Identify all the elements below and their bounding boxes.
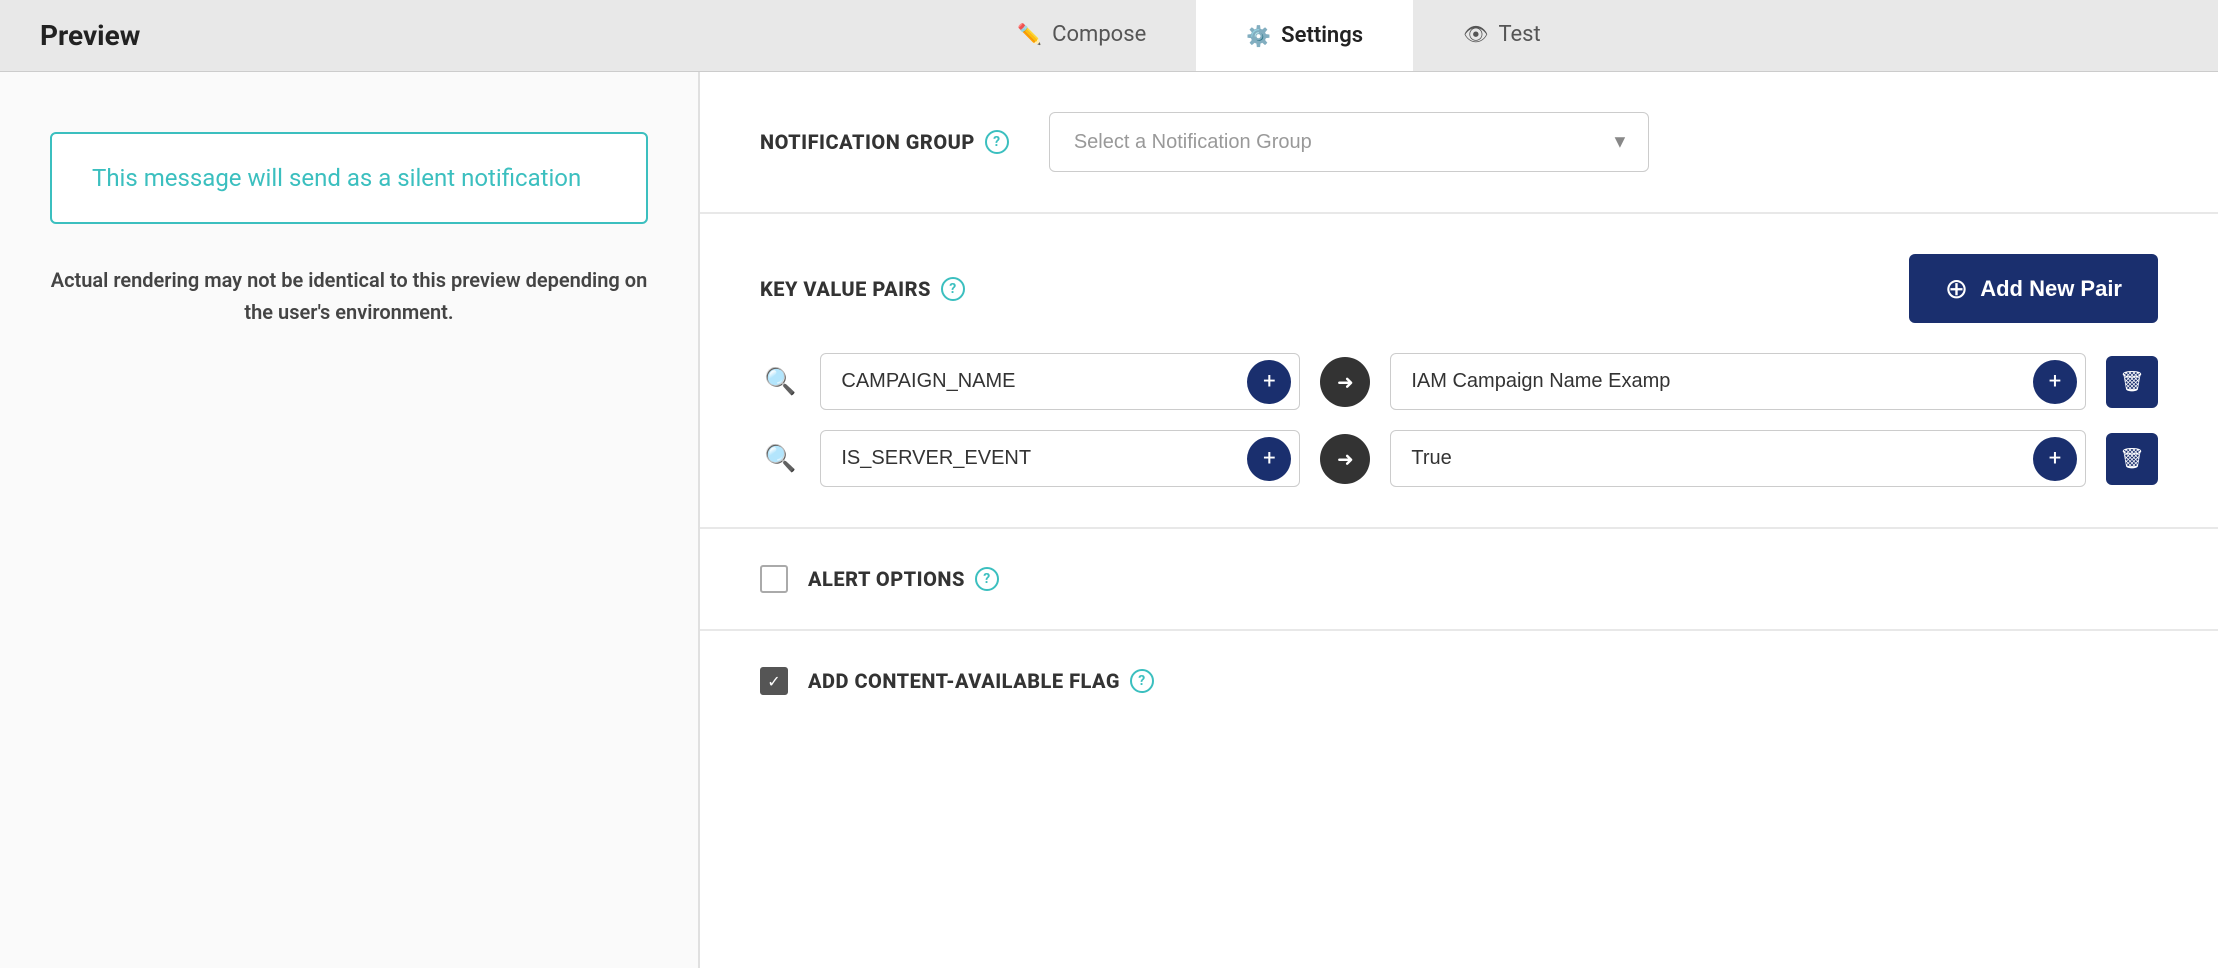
kvp-label: KEY VALUE PAIRS ?	[760, 277, 965, 301]
pencil-icon: ✏️	[1017, 22, 1042, 46]
tab-compose[interactable]: ✏️ Compose	[967, 0, 1196, 71]
kvp-header: KEY VALUE PAIRS ? ⊕ Add New Pair	[760, 254, 2158, 323]
silent-notification-text: This message will send as a silent notif…	[92, 164, 581, 192]
arrow-right-icon-2: ➜	[1320, 434, 1370, 484]
delete-row-button-1[interactable]: 🗑	[2106, 356, 2158, 408]
kvp-key-input-group-2: +	[820, 430, 1300, 487]
left-panel: This message will send as a silent notif…	[0, 72, 700, 968]
arrow-right-icon-1: ➜	[1320, 357, 1370, 407]
tab-compose-label: Compose	[1052, 22, 1146, 47]
silent-notification-box: This message will send as a silent notif…	[50, 132, 648, 224]
kvp-key-input-group-1: +	[820, 353, 1300, 410]
content-available-flag-section: ADD CONTENT-AVAILABLE FLAG ?	[700, 631, 2218, 731]
delete-row-button-2[interactable]: 🗑	[2106, 433, 2158, 485]
kvp-rows: 🔍 + ➜ + 🗑	[760, 353, 2158, 487]
tab-bar: Preview ✏️ Compose ⚙️ Settings 👁 Test	[0, 0, 2218, 72]
tab-settings[interactable]: ⚙️ Settings	[1196, 0, 1413, 71]
right-panel: NOTIFICATION GROUP ? Select a Notificati…	[700, 72, 2218, 968]
content-available-help-icon[interactable]: ?	[1130, 669, 1154, 693]
rendering-note-line1: Actual rendering may not be identical to…	[51, 268, 648, 292]
kvp-key-input-1[interactable]	[821, 354, 1247, 409]
kvp-value-input-group-1: +	[1390, 353, 2086, 410]
kvp-key-add-icon-2[interactable]: +	[1247, 437, 1291, 481]
notification-group-help-icon[interactable]: ?	[985, 130, 1009, 154]
kvp-value-input-2[interactable]	[1391, 431, 2033, 486]
main-content: This message will send as a silent notif…	[0, 72, 2218, 968]
preview-title: Preview	[0, 0, 340, 71]
add-new-pair-label: Add New Pair	[1980, 276, 2122, 302]
kvp-help-icon[interactable]: ?	[941, 277, 965, 301]
kvp-value-input-1[interactable]	[1391, 354, 2033, 409]
app-container: Preview ✏️ Compose ⚙️ Settings 👁 Test Th…	[0, 0, 2218, 968]
kvp-value-input-group-2: +	[1390, 430, 2086, 487]
rendering-note: Actual rendering may not be identical to…	[50, 264, 648, 328]
kvp-key-input-2[interactable]	[821, 431, 1247, 486]
tab-test-label: Test	[1498, 22, 1540, 47]
notification-group-label: NOTIFICATION GROUP ?	[760, 130, 1009, 154]
alert-options-checkbox[interactable]	[760, 565, 788, 593]
kvp-row: 🔍 + ➜ + 🗑	[760, 430, 2158, 487]
alert-options-section: ALERT OPTIONS ?	[700, 529, 2218, 631]
tabs-container: ✏️ Compose ⚙️ Settings 👁 Test	[340, 0, 2218, 71]
add-new-pair-button[interactable]: ⊕ Add New Pair	[1909, 254, 2158, 323]
plus-icon: ⊕	[1945, 272, 1968, 305]
tab-settings-label: Settings	[1281, 23, 1363, 48]
kvp-value-add-icon-2[interactable]: +	[2033, 437, 2077, 481]
rendering-note-line2: the user's environment.	[244, 300, 453, 324]
content-available-checkbox[interactable]	[760, 667, 788, 695]
gear-icon: ⚙️	[1246, 24, 1271, 48]
key-value-pairs-section: KEY VALUE PAIRS ? ⊕ Add New Pair 🔍	[700, 214, 2218, 529]
tab-test[interactable]: 👁 Test	[1413, 0, 1591, 71]
kvp-row: 🔍 + ➜ + 🗑	[760, 353, 2158, 410]
notification-group-section: NOTIFICATION GROUP ? Select a Notificati…	[700, 72, 2218, 214]
content-available-label: ADD CONTENT-AVAILABLE FLAG ?	[808, 669, 1154, 693]
search-icon[interactable]: 🔍	[760, 362, 800, 401]
kvp-key-add-icon-1[interactable]: +	[1247, 360, 1291, 404]
eye-icon: 👁	[1463, 22, 1488, 46]
search-icon[interactable]: 🔍	[760, 439, 800, 478]
notification-group-dropdown[interactable]: Select a Notification Group ▼	[1049, 112, 1649, 172]
notification-group-select[interactable]: Select a Notification Group	[1049, 112, 1649, 172]
kvp-value-add-icon-1[interactable]: +	[2033, 360, 2077, 404]
alert-options-label: ALERT OPTIONS ?	[808, 567, 999, 591]
alert-options-help-icon[interactable]: ?	[975, 567, 999, 591]
